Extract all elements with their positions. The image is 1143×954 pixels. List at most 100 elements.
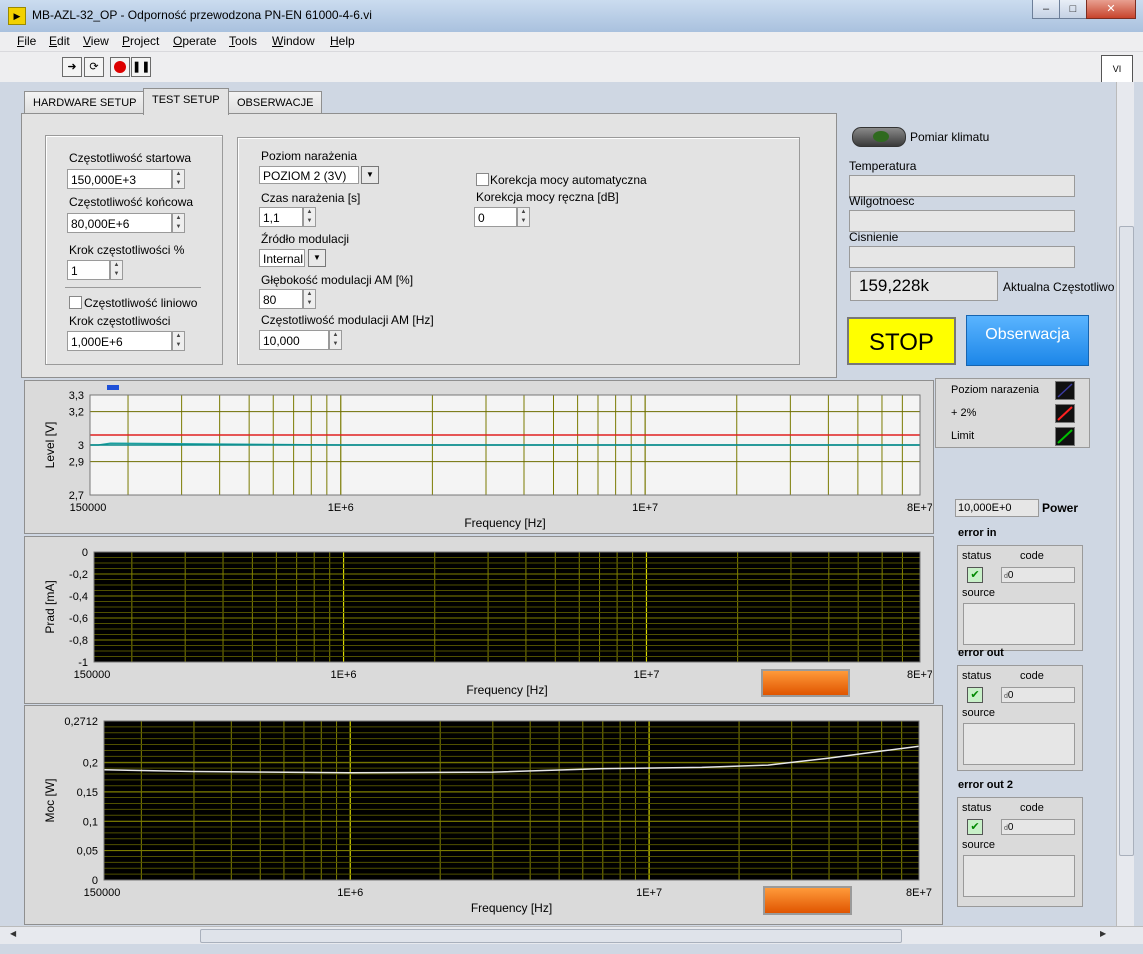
scroll-thumb[interactable] [200,929,902,943]
y-tick-label: 0,15 [77,787,98,799]
step-input[interactable]: 1,000E+6 [67,331,172,351]
y-tick-label: 3,3 [69,390,84,402]
am-depth-input[interactable]: 80 [259,289,303,309]
exposure-time-spinner[interactable]: ▲ ▼ [303,207,316,227]
manual-power-correction-input[interactable]: 0 [474,207,517,227]
error-source-field[interactable] [963,723,1075,765]
error-code-field[interactable]: d0 [1001,567,1075,583]
y-axis-label: Prad [mA] [43,580,57,633]
abort-icon[interactable] [110,57,130,77]
pressure-indicator [849,246,1075,268]
chevron-down-icon[interactable]: ▼ [308,249,326,267]
power-indicator: 10,000E+0 [955,499,1039,517]
menu-file[interactable]: File [17,34,36,48]
linear-frequency-label: Częstotliwość liniowo [84,296,198,310]
manual-power-correction-label: Korekcja mocy ręczna [dB] [476,190,619,204]
scroll-right-icon[interactable]: ▶ [1100,929,1108,941]
error-code-field[interactable]: d0 [1001,687,1075,703]
y-tick-label: 0,1 [83,816,98,828]
x-tick-label: 1E+7 [636,887,662,899]
exposure-level-select[interactable]: POZIOM 2 (3V) [259,166,359,184]
am-depth-spinner[interactable]: ▲ ▼ [303,289,316,309]
chart-orange-button[interactable] [761,669,850,697]
x-tick-label: 1E+6 [337,887,363,899]
am-frequency-spinner[interactable]: ▲ ▼ [329,330,342,350]
run-continuously-icon[interactable]: ⟳ [84,57,104,77]
climate-led-toggle[interactable] [852,127,906,147]
tab-obserwacje[interactable]: OBSERWACJE [228,91,323,114]
status-label: status [962,550,992,562]
chevron-down-icon[interactable]: ▼ [361,166,379,184]
scroll-left-icon[interactable]: ◀ [10,929,18,941]
y-tick-label: 0 [82,547,88,559]
pause-icon[interactable]: ❚❚ [131,57,151,77]
y-tick-label: 0,2712 [64,716,98,728]
x-tick-label: 150000 [70,502,107,514]
linear-frequency-checkbox[interactable] [69,296,82,309]
legend-swatch[interactable] [1055,381,1075,400]
minimize-button[interactable]: – [1032,0,1060,19]
stop-button[interactable]: STOP [847,317,956,365]
error-source-field[interactable] [963,603,1075,645]
am-frequency-label: Częstotliwość modulacji AM [Hz] [261,313,434,327]
x-tick-label: 1E+7 [632,502,658,514]
end-frequency-input[interactable]: 80,000E+6 [67,213,172,233]
start-frequency-input[interactable]: 150,000E+3 [67,169,172,189]
menu-view[interactable]: View [83,34,109,48]
y-tick-label: -0,4 [69,591,88,603]
start-frequency-spinner[interactable]: ▲ ▼ [172,169,185,189]
error-code-field[interactable]: d0 [1001,819,1075,835]
vi-icon: VI [1101,55,1133,83]
horizontal-scrollbar[interactable]: ◀ ▶ [0,926,1143,944]
legend-swatch[interactable] [1055,427,1075,446]
x-axis-label: Frequency [Hz] [464,516,545,530]
menu-help[interactable]: Help [330,34,355,48]
maximize-button[interactable]: □ [1059,0,1087,19]
exposure-time-input[interactable]: 1,1 [259,207,303,227]
chart-orange-button[interactable] [763,886,852,915]
menu-bar: File Edit View Project Operate Tools Win… [0,32,1143,51]
error-source-field[interactable] [963,855,1075,897]
modulation-source-label: Źródło modulacji [261,232,350,246]
legend-swatch[interactable] [1055,404,1075,423]
y-tick-label: -0,6 [69,613,88,625]
tab-hardware-setup[interactable]: HARDWARE SETUP [24,91,146,114]
x-axis-label: Frequency [Hz] [471,901,552,915]
level-chart: 3,3 3,2 3 2,9 2,7150000 1E+6 1E+7 8E+7 Frequency… [43,390,932,530]
menu-tools[interactable]: Tools [229,34,257,48]
status-label: status [962,670,992,682]
am-depth-label: Głębokość modulacji AM [%] [261,273,414,287]
close-button[interactable]: ✕ [1086,0,1136,19]
manual-power-correction-spinner[interactable]: ▲ ▼ [517,207,530,227]
menu-operate[interactable]: Operate [173,34,216,48]
end-frequency-spinner[interactable]: ▲ ▼ [172,213,185,233]
step-percent-input[interactable]: 1 [67,260,110,280]
modulation-source-select[interactable]: Internal [259,249,305,267]
code-label: code [1020,550,1044,562]
x-tick-label: 150000 [74,669,111,681]
status-check-icon[interactable]: ✔ [967,687,983,703]
x-tick-label: 1E+7 [633,669,659,681]
menu-window[interactable]: Window [272,34,315,48]
status-check-icon[interactable]: ✔ [967,567,983,583]
scroll-thumb[interactable] [1119,226,1134,856]
current-frequency-indicator: 159,228k [850,271,998,301]
step-spinner[interactable]: ▲ ▼ [172,331,185,351]
power-label: Power [1042,501,1079,515]
tab-test-setup[interactable]: TEST SETUP [143,88,229,115]
run-arrow-icon[interactable]: ➜ [62,57,82,77]
status-check-icon[interactable]: ✔ [967,819,983,835]
vertical-scrollbar[interactable] [1116,82,1134,926]
auto-power-correction-checkbox[interactable] [476,173,489,186]
menu-project[interactable]: Project [122,34,159,48]
menu-edit[interactable]: Edit [49,34,70,48]
end-frequency-label: Częstotliwość końcowa [69,195,194,209]
am-frequency-input[interactable]: 10,000 [259,330,329,350]
y-tick-label: -0,8 [69,635,88,647]
legend-label: + 2% [951,407,977,419]
x-tick-label: 8E+7 [906,887,932,899]
title-bar: ▶ MB-AZL-32_OP - Odporność przewodzona P… [0,0,1143,33]
step-percent-spinner[interactable]: ▲ ▼ [110,260,123,280]
error-cluster-title: error out 2 [958,779,1014,791]
observe-button[interactable]: Obserwacja [966,315,1089,366]
